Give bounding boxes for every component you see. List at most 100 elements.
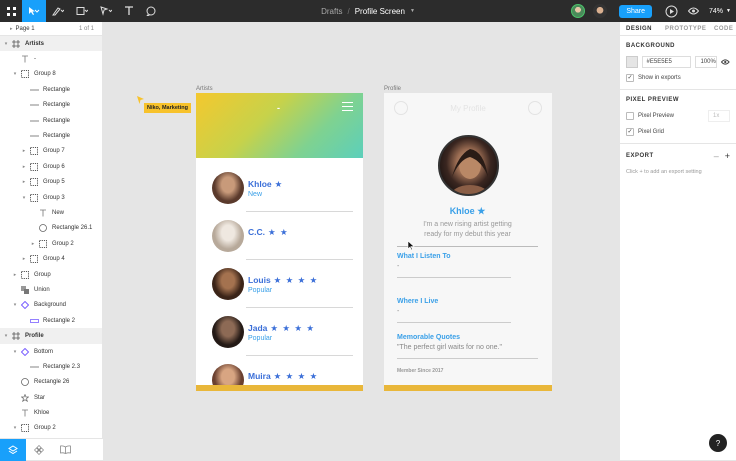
rating-stars-icon: ★ ★ [268,227,289,237]
tab-design[interactable]: DESIGN [620,22,661,35]
caret-right-icon[interactable]: ▸ [20,179,28,185]
field-divider [397,277,511,278]
layer-name: Group 2 [34,425,56,432]
help-button[interactable]: ? [709,434,727,452]
visibility-eye-icon[interactable] [721,59,731,65]
artist-row[interactable]: C.C. ★ ★ [196,212,363,260]
layer-row[interactable]: Rectangle 26.1 [0,221,102,236]
layer-row[interactable]: ▾ Group 3 [0,190,102,205]
bg-opacity-input[interactable]: 100% [695,56,718,68]
breadcrumb-drafts[interactable]: Drafts [321,7,342,16]
artist-name: Louis ★ ★ ★ ★ [248,275,318,286]
layer-row[interactable]: Rectangle [0,113,102,128]
zoom-level[interactable]: 74% ▼ [704,0,736,22]
pixel-preview-checkbox[interactable] [626,112,634,120]
hamburger-menu-icon[interactable] [342,99,353,114]
text-tool-icon[interactable] [118,0,140,22]
move-tool-icon[interactable] [22,0,46,22]
caret-down-icon[interactable]: ▾ [11,425,19,431]
shape-tool-icon[interactable] [70,0,94,22]
pen-tool-icon[interactable] [46,0,70,22]
present-icon[interactable] [660,0,682,22]
page-selector[interactable]: ▸ Page 1 1 of 1 [0,22,102,36]
caret-right-icon[interactable]: ▸ [20,148,28,154]
caret-right-icon[interactable]: ▸ [20,256,28,262]
group-layer-icon [19,270,31,280]
show-exports-checkbox[interactable]: ✓ [626,74,634,82]
layer-row[interactable]: Rectangle 26 [0,375,102,390]
artist-name-text: Louis [248,275,271,285]
pixel-preview-scale[interactable]: 1x [708,110,730,122]
library-book-icon[interactable] [52,439,78,461]
artist-row[interactable]: Khloe ★ New [196,164,363,212]
artists-frame[interactable]: - Khloe ★ New C.C. ★ ★ Louis ★ ★ ★ ★ Popular Jad… [196,93,363,391]
layer-row[interactable]: ▸ Group 5 [0,175,102,190]
collaborator-avatar[interactable] [571,4,586,18]
layer-row[interactable]: - [0,51,102,66]
share-button[interactable]: Share [619,4,652,18]
profile-bottom-bar [384,385,552,391]
caret-right-icon[interactable]: ▸ [11,272,19,278]
layer-row[interactable]: ▾ Profile [0,328,102,344]
caret-down-icon[interactable]: ▾ [2,41,10,47]
layer-row[interactable]: Union [0,282,102,297]
tab-code[interactable]: CODE [714,22,733,35]
bg-color-swatch[interactable] [626,56,638,68]
components-tab-icon[interactable] [26,439,52,461]
artist-name: Khloe ★ [248,179,283,190]
layer-row[interactable]: Rectangle [0,98,102,113]
bg-hex-input[interactable]: #E5E5E5 [641,56,692,68]
caret-down-icon[interactable]: ▾ [20,195,28,201]
file-name[interactable]: Profile Screen [355,7,405,16]
caret-down-icon[interactable]: ▾ [11,302,19,308]
line-layer-icon [28,362,40,372]
comment-tool-icon[interactable] [140,0,162,22]
plus-icon[interactable]: + [725,151,730,161]
artist-row[interactable]: Louis ★ ★ ★ ★ Popular [196,260,363,308]
group-layer-icon [28,146,40,156]
layer-row[interactable]: Star [0,390,102,405]
pixel-grid-checkbox[interactable]: ✓ [626,128,634,136]
caret-down-icon[interactable]: ▾ [11,349,19,355]
layer-row[interactable]: Rectangle [0,82,102,97]
tab-prototype[interactable]: PROTOTYPE [661,22,714,35]
artist-photo [212,172,244,204]
caret-down-icon[interactable]: ▾ [11,71,19,77]
text-layer-icon [19,408,31,418]
layers-tab-icon[interactable] [0,438,26,461]
vector-tool-icon[interactable] [94,0,118,22]
layer-row[interactable]: ▸ Group 7 [0,144,102,159]
caret-right-icon[interactable]: ▸ [20,164,28,170]
layer-row[interactable]: Khloe [0,405,102,420]
frame-label-profile[interactable]: Profile [384,86,401,92]
group-layer-icon [37,239,49,249]
caret-right-icon[interactable]: ▸ [29,241,37,247]
layer-row[interactable]: Rectangle 2 [0,313,102,328]
layer-row[interactable]: ▸ Group 6 [0,159,102,174]
field-value: - [397,308,400,315]
caret-down-icon[interactable]: ▾ [2,333,10,339]
layer-row[interactable]: ▸ Group 4 [0,251,102,266]
settings-circle-icon[interactable] [528,101,542,115]
layer-row[interactable]: Rectangle 2.3 [0,359,102,374]
layer-row[interactable]: ▾ Bottom [0,344,102,359]
field-value: "The perfect girl waits for no one." [397,344,502,351]
layer-row[interactable]: ▾ Background [0,298,102,313]
layer-row[interactable]: ▸ Group [0,267,102,282]
layer-row[interactable]: New [0,205,102,220]
view-eye-icon[interactable] [682,0,704,22]
layer-name: Group 7 [43,148,65,155]
layer-row[interactable]: ▸ Group 2 [0,236,102,251]
layer-name: Rectangle [43,117,71,124]
figma-menu-icon[interactable] [0,0,22,22]
layer-row[interactable]: ▾ Group 8 [0,67,102,82]
artist-photo [212,268,244,300]
minus-icon[interactable]: – [714,151,719,161]
artist-row[interactable]: Jada ★ ★ ★ ★ Popular [196,308,363,356]
chevron-down-icon[interactable]: ▼ [410,8,415,14]
frame-label-artists[interactable]: Artists [196,86,213,92]
user-avatar[interactable] [593,4,608,18]
layer-row[interactable]: Rectangle [0,128,102,143]
layer-row[interactable]: ▾ Artists [0,36,102,52]
layer-row[interactable]: ▾ Group 2 [0,421,102,436]
